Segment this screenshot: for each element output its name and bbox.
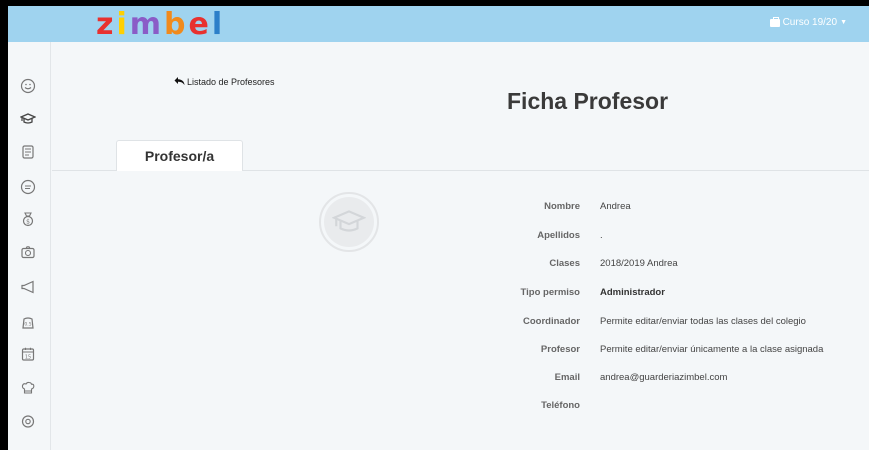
back-to-teachers-link[interactable]: Listado de Profesores: [174, 76, 275, 88]
sidebar: $ 0.5 15: [8, 42, 51, 450]
detail-value: .: [600, 230, 603, 241]
chef-hat-icon[interactable]: [18, 378, 38, 398]
calendar-icon[interactable]: 15: [18, 344, 38, 364]
detail-row-classes: Clases 2018/2019 Andrea: [472, 258, 869, 278]
megaphone-icon[interactable]: [18, 277, 38, 297]
detail-label: Teléfono: [541, 400, 580, 411]
course-label: Curso 19/20: [782, 17, 838, 28]
reply-arrow-icon: [174, 76, 185, 88]
detail-label: Coordinador: [523, 316, 580, 327]
notebook-icon[interactable]: [18, 142, 38, 162]
camera-icon[interactable]: [18, 242, 38, 262]
zimbel-logo[interactable]: zimbel: [96, 7, 225, 43]
logo-letter: e: [188, 7, 212, 42]
detail-label: Tipo permiso: [520, 287, 580, 298]
chat-bubble-icon[interactable]: [18, 177, 38, 197]
logo-letter: l: [211, 7, 226, 42]
page-title: Ficha Profesor: [507, 88, 669, 114]
detail-label: Clases: [549, 258, 580, 269]
logo-letter: m: [129, 7, 165, 42]
graduation-cap-icon[interactable]: [18, 109, 38, 129]
detail-value: Administrador: [600, 287, 665, 298]
smiley-face-icon[interactable]: [18, 76, 38, 96]
detail-row-name: Nombre Andrea: [472, 201, 869, 221]
logo-letter: b: [164, 7, 189, 42]
graduation-cap-icon: [324, 197, 374, 247]
logo-letter: i: [116, 7, 130, 42]
course-selector[interactable]: Curso 19/20 ▼: [769, 16, 847, 28]
briefcase-icon: [769, 16, 780, 27]
scale-icon[interactable]: 0.5: [18, 312, 38, 332]
app-window: zimbel Curso 19/20 ▼ $ 0.5 15 Listado de…: [8, 6, 869, 450]
money-bag-icon[interactable]: $: [18, 209, 38, 229]
teacher-avatar: [319, 192, 379, 252]
detail-row-surname: Apellidos .: [472, 230, 869, 250]
detail-label: Apellidos: [537, 230, 580, 241]
detail-value: andrea@guarderiazimbel.com: [600, 372, 728, 383]
detail-label: Nombre: [544, 201, 580, 212]
detail-row-phone: Teléfono: [472, 400, 869, 420]
detail-row-teacher: Profesor Permite editar/enviar únicament…: [472, 344, 869, 364]
tab-teacher[interactable]: Profesor/a: [116, 140, 243, 171]
detail-label: Email: [554, 372, 580, 383]
detail-value: Permite editar/enviar únicamente a la cl…: [600, 344, 824, 355]
svg-text:0.5: 0.5: [24, 322, 31, 328]
main-content: Listado de Profesores Ficha Profesor Pro…: [52, 42, 869, 450]
logo-letter: z: [96, 7, 117, 42]
detail-value: Permite editar/enviar todas las clases d…: [600, 316, 806, 327]
detail-value: Andrea: [600, 201, 631, 212]
top-bar: zimbel Curso 19/20 ▼: [8, 6, 869, 42]
detail-label: Profesor: [540, 344, 580, 355]
map-pin-icon[interactable]: [18, 412, 38, 432]
back-link-label: Listado de Profesores: [187, 77, 275, 87]
detail-row-coordinator: Coordinador Permite editar/enviar todas …: [472, 316, 869, 336]
detail-row-permission-type: Tipo permiso Administrador: [472, 287, 869, 307]
caret-down-icon: ▼: [840, 19, 847, 26]
svg-text:15: 15: [25, 354, 31, 360]
detail-value: 2018/2019 Andrea: [600, 258, 678, 269]
svg-text:$: $: [26, 218, 30, 225]
detail-row-email: Email andrea@guarderiazimbel.com: [472, 372, 869, 392]
